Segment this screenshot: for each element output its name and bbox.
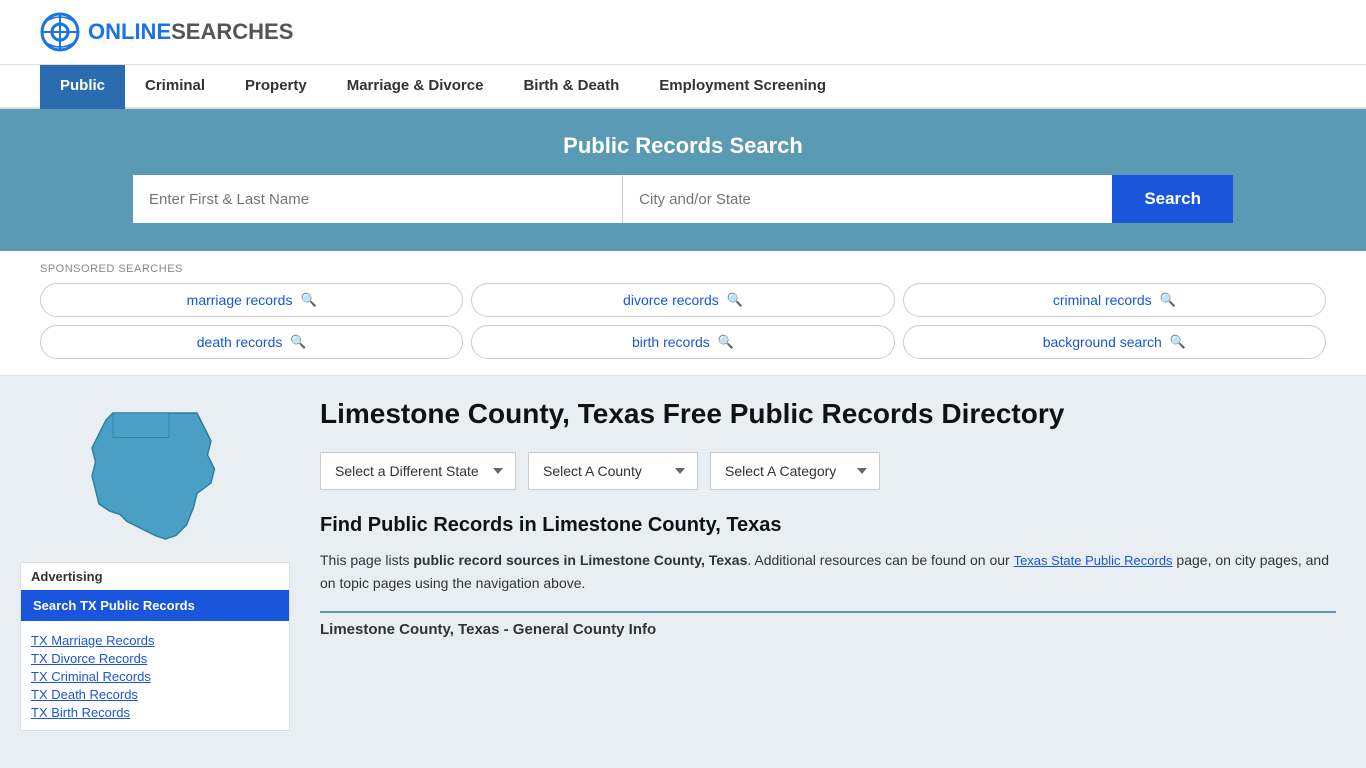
sponsored-tag-birth-label: birth records bbox=[632, 334, 710, 350]
right-content: Limestone County, Texas Free Public Reco… bbox=[310, 376, 1366, 751]
tx-public-records-link[interactable]: Texas State Public Records bbox=[1014, 553, 1173, 568]
texas-map-svg bbox=[85, 406, 225, 546]
sponsored-tag-background-label: background search bbox=[1043, 334, 1162, 350]
nav-item-birth-death[interactable]: Birth & Death bbox=[503, 65, 639, 109]
desc-part1: This page lists bbox=[320, 552, 413, 568]
sponsored-tag-marriage[interactable]: marriage records 🔍 bbox=[40, 283, 463, 317]
ad-link-tx-divorce[interactable]: TX Divorce Records bbox=[31, 651, 279, 666]
ad-link-tx-marriage[interactable]: TX Marriage Records bbox=[31, 633, 279, 648]
main-nav: Public Criminal Property Marriage & Divo… bbox=[0, 65, 1366, 109]
search-icon-divorce: 🔍 bbox=[727, 292, 743, 308]
sponsored-tag-criminal-label: criminal records bbox=[1053, 292, 1152, 308]
header: ONLINESEARCHES bbox=[0, 0, 1366, 65]
sponsored-label: SPONSORED SEARCHES bbox=[40, 263, 1326, 275]
category-dropdown[interactable]: Select A Category bbox=[710, 452, 880, 490]
dropdowns-row: Select a Different State Select A County… bbox=[320, 452, 1336, 490]
sidebar: Advertising Search TX Public Records TX … bbox=[0, 376, 310, 751]
sponsored-grid: marriage records 🔍 divorce records 🔍 cri… bbox=[40, 283, 1326, 359]
ad-link-tx-death[interactable]: TX Death Records bbox=[31, 687, 279, 702]
sponsored-tag-criminal[interactable]: criminal records 🔍 bbox=[903, 283, 1326, 317]
advertising-box: Advertising Search TX Public Records TX … bbox=[20, 562, 290, 731]
search-icon-criminal: 🔍 bbox=[1160, 292, 1176, 308]
ad-link-tx-birth[interactable]: TX Birth Records bbox=[31, 705, 279, 720]
description-text: This page lists public record sources in… bbox=[320, 549, 1336, 594]
search-button[interactable]: Search bbox=[1112, 175, 1233, 223]
search-icon-birth: 🔍 bbox=[718, 334, 734, 350]
logo-text: ONLINESEARCHES bbox=[88, 19, 293, 45]
search-banner-title: Public Records Search bbox=[40, 133, 1326, 159]
sponsored-tag-marriage-label: marriage records bbox=[187, 292, 293, 308]
general-info-title: Limestone County, Texas - General County… bbox=[320, 621, 1336, 638]
name-input[interactable] bbox=[133, 175, 623, 223]
nav-item-criminal[interactable]: Criminal bbox=[125, 65, 225, 109]
search-form: Search bbox=[133, 175, 1233, 223]
nav-item-public[interactable]: Public bbox=[40, 65, 125, 109]
county-dropdown[interactable]: Select A County bbox=[528, 452, 698, 490]
logo-area: ONLINESEARCHES bbox=[40, 12, 293, 52]
find-records-title: Find Public Records in Limestone County,… bbox=[320, 514, 1336, 537]
desc-part2: . Additional resources can be found on o… bbox=[747, 552, 1013, 568]
search-banner: Public Records Search Search bbox=[0, 109, 1366, 251]
sponsored-tag-death-label: death records bbox=[197, 334, 283, 350]
ad-highlight-button[interactable]: Search TX Public Records bbox=[21, 590, 289, 621]
search-icon-background: 🔍 bbox=[1170, 334, 1186, 350]
sponsored-tag-background[interactable]: background search 🔍 bbox=[903, 325, 1326, 359]
state-dropdown[interactable]: Select a Different State bbox=[320, 452, 516, 490]
main-content: Advertising Search TX Public Records TX … bbox=[0, 376, 1366, 751]
search-icon-death: 🔍 bbox=[290, 334, 306, 350]
sponsored-tag-divorce-label: divorce records bbox=[623, 292, 719, 308]
ad-links: TX Marriage Records TX Divorce Records T… bbox=[21, 629, 289, 730]
sponsored-tag-divorce[interactable]: divorce records 🔍 bbox=[471, 283, 894, 317]
ad-link-tx-criminal[interactable]: TX Criminal Records bbox=[31, 669, 279, 684]
sponsored-tag-birth[interactable]: birth records 🔍 bbox=[471, 325, 894, 359]
texas-map-area bbox=[20, 396, 290, 546]
sponsored-tag-death[interactable]: death records 🔍 bbox=[40, 325, 463, 359]
sponsored-section: SPONSORED SEARCHES marriage records 🔍 di… bbox=[0, 251, 1366, 376]
location-input[interactable] bbox=[623, 175, 1112, 223]
logo-icon bbox=[40, 12, 80, 52]
nav-item-employment[interactable]: Employment Screening bbox=[639, 65, 846, 109]
search-icon-marriage: 🔍 bbox=[300, 292, 316, 308]
page-title: Limestone County, Texas Free Public Reco… bbox=[320, 396, 1336, 432]
desc-bold: public record sources in Limestone Count… bbox=[413, 552, 747, 568]
nav-item-property[interactable]: Property bbox=[225, 65, 327, 109]
section-divider bbox=[320, 611, 1336, 613]
advertising-label: Advertising bbox=[21, 563, 289, 590]
nav-item-marriage-divorce[interactable]: Marriage & Divorce bbox=[327, 65, 504, 109]
